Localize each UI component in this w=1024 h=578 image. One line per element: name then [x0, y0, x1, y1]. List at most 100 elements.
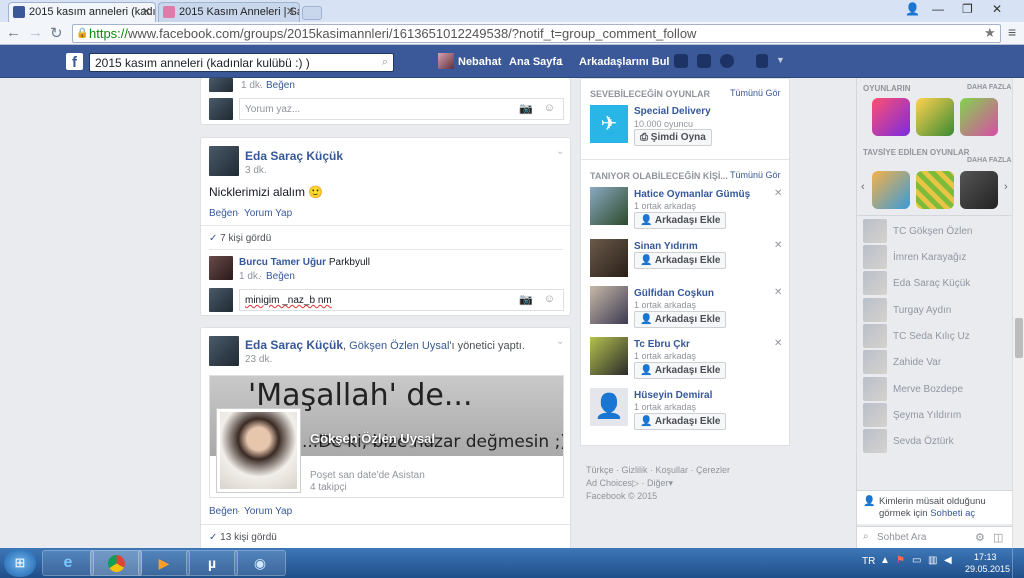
chat-contact[interactable]: Sevda Öztürk: [863, 429, 1008, 455]
privacy-icon[interactable]: [756, 54, 768, 68]
chevron-right-icon[interactable]: ›: [1004, 181, 1008, 193]
avatar[interactable]: [590, 239, 628, 277]
chevron-down-icon[interactable]: ⌄: [556, 336, 564, 347]
sidebar-toggle-icon[interactable]: ◫: [993, 531, 1003, 544]
avatar[interactable]: [590, 187, 628, 225]
profile-link[interactable]: Nebahat: [458, 56, 501, 68]
forward-icon[interactable]: →: [28, 24, 43, 41]
language-indicator[interactable]: TR: [862, 556, 875, 567]
dismiss-icon[interactable]: ✕: [774, 338, 782, 349]
game-icon[interactable]: ✈: [590, 105, 628, 143]
app-taskbar-icon[interactable]: ◉: [234, 550, 286, 576]
game-icon[interactable]: [916, 98, 954, 136]
emoji-icon[interactable]: ☺: [544, 102, 555, 114]
avatar[interactable]: [590, 337, 628, 375]
see-all-link[interactable]: Tümünü Gör: [730, 88, 781, 98]
dismiss-icon[interactable]: ✕: [774, 240, 782, 251]
back-icon[interactable]: ←: [6, 24, 21, 41]
footer-link[interactable]: Ad Choices: [586, 478, 632, 488]
footer-link[interactable]: Gizlilik: [622, 465, 648, 475]
person-name[interactable]: Tc Ebru Çkr: [634, 339, 690, 350]
footer-link[interactable]: Diğer: [647, 478, 669, 488]
add-friend-button[interactable]: 👤 Arkadaşı Ekle: [634, 252, 727, 269]
mutual-friends[interactable]: 1 ortak arkadaş: [634, 402, 696, 412]
chat-contact[interactable]: Zahide Var: [863, 350, 1008, 376]
show-desktop-button[interactable]: [1012, 548, 1024, 578]
game-icon[interactable]: [960, 98, 998, 136]
post-time[interactable]: 3 dk.: [245, 165, 267, 176]
messages-icon[interactable]: [697, 54, 711, 68]
add-friend-button[interactable]: 👤 Arkadaşı Ekle: [634, 311, 727, 328]
comment-link[interactable]: Yorum Yap: [244, 506, 292, 517]
play-now-button[interactable]: ⎙ Şimdi Oyna: [634, 129, 712, 146]
home-link[interactable]: Ana Sayfa: [509, 56, 562, 68]
chevron-down-icon[interactable]: ⌄: [556, 146, 564, 157]
search-icon[interactable]: ⌕: [382, 56, 388, 69]
start-button[interactable]: ⊞: [4, 549, 36, 577]
friend-requests-icon[interactable]: [674, 54, 688, 68]
chat-search-input[interactable]: Sohbet Ara: [877, 532, 926, 543]
see-all-link[interactable]: Tümünü Gör: [730, 170, 781, 180]
person-name[interactable]: Gülfidan Coşkun: [634, 288, 714, 299]
reload-icon[interactable]: ↻: [50, 24, 63, 42]
chat-contact[interactable]: İmren Karayağız: [863, 245, 1008, 271]
chat-contact[interactable]: Turgay Aydın: [863, 298, 1008, 324]
camera-icon[interactable]: 📷: [519, 102, 533, 115]
close-tab-icon[interactable]: ✕: [286, 5, 295, 18]
volume-icon[interactable]: ◀: [944, 555, 952, 566]
ie-taskbar-icon[interactable]: e: [42, 550, 94, 576]
person-name[interactable]: Hatice Oymanlar Gümüş: [634, 189, 750, 200]
footer-link[interactable]: Türkçe: [586, 465, 614, 475]
profile-picture[interactable]: [216, 408, 301, 493]
comment-link[interactable]: Yorum Yap: [244, 208, 292, 219]
menu-icon[interactable]: ≡: [1008, 24, 1016, 40]
game-icon[interactable]: [872, 171, 910, 209]
game-icon[interactable]: [960, 171, 998, 209]
avatar[interactable]: [209, 256, 233, 280]
avatar[interactable]: [590, 286, 628, 324]
clock-date[interactable]: 29.05.2015: [965, 564, 1010, 574]
add-friend-button[interactable]: 👤 Arkadaşı Ekle: [634, 362, 727, 379]
open-chat-link[interactable]: Sohbeti aç: [930, 508, 975, 519]
utorrent-taskbar-icon[interactable]: µ: [186, 550, 238, 576]
candy-crush-game-icon[interactable]: [872, 98, 910, 136]
add-friend-button[interactable]: 👤 Arkadaşı Ekle: [634, 212, 727, 229]
restore-icon[interactable]: ❐: [962, 2, 973, 16]
notifications-icon[interactable]: [720, 54, 734, 68]
add-friend-button[interactable]: 👤 Arkadaşı Ekle: [634, 413, 727, 430]
avatar[interactable]: 👤: [590, 388, 628, 426]
comment-input[interactable]: Yorum yaz... 📷 ☺: [239, 98, 564, 120]
camera-icon[interactable]: 📷: [519, 293, 533, 306]
post-author[interactable]: Eda Saraç Küçük: [245, 149, 343, 163]
tray-arrow-icon[interactable]: ▲: [880, 555, 890, 566]
person-icon[interactable]: 👤: [905, 2, 920, 16]
chat-contact[interactable]: Merve Bozdepe: [863, 377, 1008, 403]
clock-time[interactable]: 17:13: [974, 552, 997, 562]
game-icon[interactable]: [916, 171, 954, 209]
tagged-user-link[interactable]: Gökşen Özlen Uysal: [349, 340, 449, 352]
close-window-icon[interactable]: ✕: [992, 2, 1002, 16]
reply-author[interactable]: Burcu Tamer Uğur: [239, 257, 326, 268]
post-time[interactable]: 23 dk.: [245, 354, 272, 365]
shared-profile-card[interactable]: 'Maşallah' de... ...De ki, bize nazar de…: [209, 375, 564, 498]
browser-tab-facebook[interactable]: 2015 kasım anneleri (kadın ✕: [8, 2, 156, 22]
footer-link[interactable]: Çerezler: [696, 465, 730, 475]
gear-icon[interactable]: ⚙: [975, 531, 985, 544]
monitor-icon[interactable]: ▭: [912, 555, 921, 566]
footer-link[interactable]: Koşullar: [656, 465, 689, 475]
avatar[interactable]: [209, 146, 239, 176]
comment-input[interactable]: minigim _naz_b nm 📷 ☺: [239, 289, 564, 311]
avatar[interactable]: [438, 53, 454, 69]
recommended-more-link[interactable]: DAHA FAZLA: [967, 157, 1011, 164]
mutual-friends[interactable]: 1 ortak arkadaş: [634, 201, 696, 211]
mutual-friends[interactable]: 1 ortak arkadaş: [634, 351, 696, 361]
flag-icon[interactable]: ⚑: [896, 555, 905, 566]
chat-contact[interactable]: TC Gökşen Özlen: [863, 219, 1008, 245]
chrome-taskbar-icon[interactable]: [90, 550, 142, 576]
like-link[interactable]: Beğen: [209, 208, 238, 219]
person-name[interactable]: Sinan Yıdırım: [634, 241, 698, 252]
chevron-left-icon[interactable]: ‹: [861, 181, 865, 193]
network-icon[interactable]: ▥: [928, 555, 937, 566]
profile-name[interactable]: Gökşen Özlen Uysal: [310, 431, 435, 446]
dismiss-icon[interactable]: ✕: [774, 188, 782, 199]
